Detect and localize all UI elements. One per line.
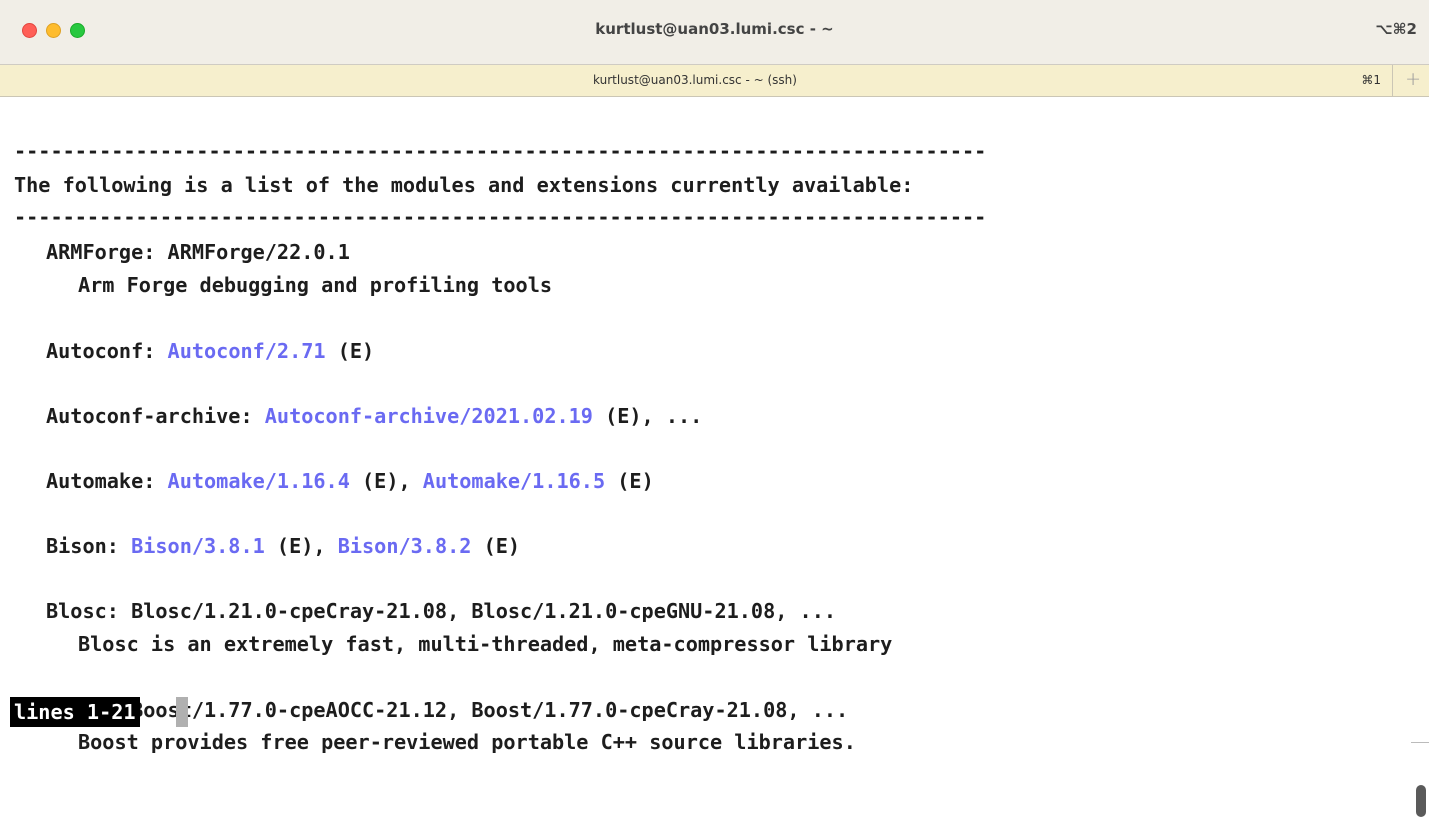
module-blosc-desc: Blosc is an extremely fast, multi-thread…: [78, 632, 893, 656]
new-tab-icon[interactable]: +: [1405, 68, 1421, 90]
module-boost-desc: Boost provides free peer-reviewed portab…: [78, 730, 856, 754]
module-autoconf-archive: Autoconf-archive: Autoconf-archive/2021.…: [46, 404, 703, 428]
module-armforge-desc: Arm Forge debugging and profiling tools: [78, 273, 553, 297]
module-link: Autoconf/2.71: [167, 339, 326, 363]
separator-line: ----------------------------------------…: [14, 205, 987, 229]
module-armforge: ARMForge: ARMForge/22.0.1: [46, 240, 350, 264]
module-link: Automake/1.16.4: [167, 469, 350, 493]
module-link: Autoconf-archive/2021.02.19: [264, 404, 593, 428]
window-titlebar: kurtlust@uan03.lumi.csc - ~ ⌥⌘2: [0, 0, 1429, 65]
terminal-cursor: [176, 697, 188, 727]
module-bison: Bison: Bison/3.8.1 (E), Bison/3.8.2 (E): [46, 534, 521, 558]
terminal-output[interactable]: ----------------------------------------…: [0, 97, 1429, 825]
scroll-track-marker: [1411, 742, 1429, 743]
separator-line: ----------------------------------------…: [14, 139, 987, 163]
module-list-header: The following is a list of the modules a…: [14, 173, 914, 197]
module-boost: Boost: Boost/1.77.0-cpeAOCC-21.12, Boost…: [46, 698, 849, 722]
module-autoconf: Autoconf: Autoconf/2.71 (E): [46, 339, 375, 363]
module-blosc: Blosc: Blosc/1.21.0-cpeCray-21.08, Blosc…: [46, 599, 837, 623]
tab-shortcut: ⌘1: [1361, 73, 1381, 87]
scrollbar-thumb[interactable]: [1416, 785, 1426, 817]
tab-bar: kurtlust@uan03.lumi.csc - ~ (ssh) ⌘1 +: [0, 65, 1429, 97]
module-link: Bison/3.8.1: [131, 534, 265, 558]
module-automake: Automake: Automake/1.16.4 (E), Automake/…: [46, 469, 654, 493]
pager-status: lines 1-21: [10, 697, 140, 727]
window-shortcut: ⌥⌘2: [1375, 20, 1417, 38]
tab-ssh[interactable]: kurtlust@uan03.lumi.csc - ~ (ssh): [0, 73, 1390, 87]
window-title: kurtlust@uan03.lumi.csc - ~: [595, 20, 834, 38]
module-link: Automake/1.16.5: [422, 469, 606, 493]
module-link: Bison/3.8.2: [337, 534, 472, 558]
tab-divider: [1392, 65, 1393, 96]
